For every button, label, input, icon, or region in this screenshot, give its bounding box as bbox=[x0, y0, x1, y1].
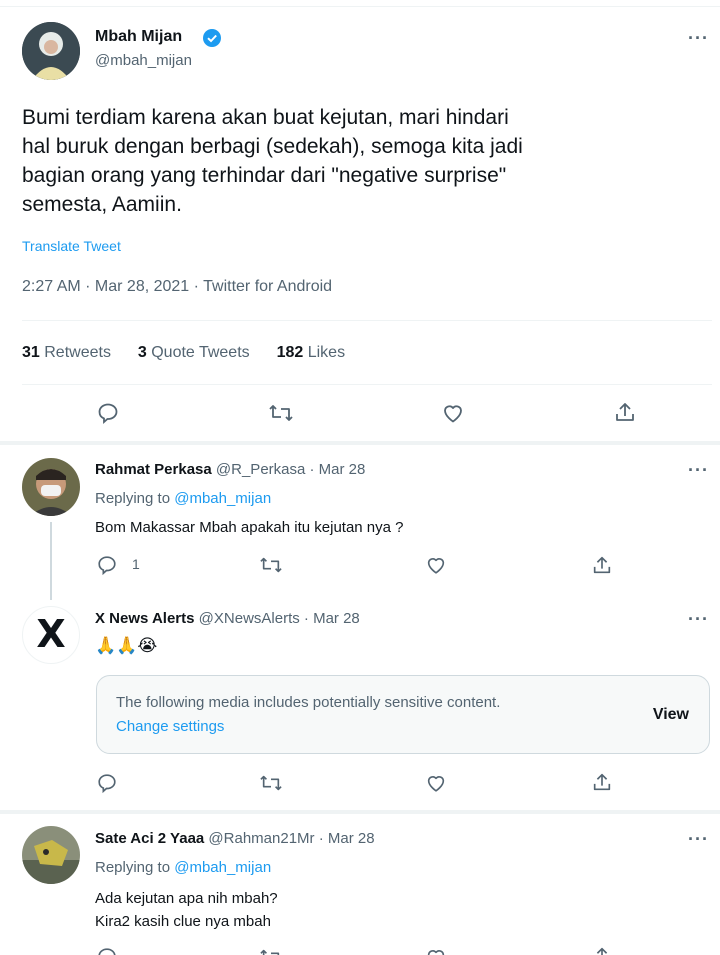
avatar-image bbox=[22, 458, 80, 516]
replying-to: Replying to @mbah_mijan bbox=[95, 859, 271, 876]
more-options-icon[interactable]: ··· bbox=[688, 28, 709, 49]
avatar[interactable] bbox=[22, 22, 80, 80]
tweet-meta[interactable]: 2:27 AM · Mar 28, 2021 · Twitter for And… bbox=[22, 278, 332, 296]
more-options-icon[interactable]: ··· bbox=[688, 609, 709, 630]
replying-to-link[interactable]: @mbah_mijan bbox=[174, 490, 271, 507]
share-icon[interactable] bbox=[591, 554, 613, 576]
tweet-text-line: Bumi terdiam karena akan buat kejutan, m… bbox=[22, 106, 509, 129]
replying-to: Replying to @mbah_mijan bbox=[95, 490, 271, 507]
replying-to-prefix: Replying to bbox=[95, 859, 171, 876]
reply-icon[interactable] bbox=[96, 554, 118, 576]
more-options-icon[interactable]: ··· bbox=[688, 460, 709, 481]
avatar-image bbox=[22, 22, 80, 80]
retweets-stat[interactable]: 31 Retweets bbox=[22, 344, 115, 361]
quote-tweets-label: Quote Tweets bbox=[151, 344, 250, 361]
section-separator bbox=[0, 810, 720, 814]
reply-count: 1 bbox=[132, 556, 140, 572]
reply-text: 🙏🙏😭 bbox=[95, 636, 158, 656]
sensitive-content-card: The following media includes potentially… bbox=[96, 675, 710, 754]
change-settings-link[interactable]: Change settings bbox=[116, 718, 224, 735]
quote-tweets-stat[interactable]: 3 Quote Tweets bbox=[138, 344, 254, 361]
likes-stat[interactable]: 182 Likes bbox=[277, 344, 346, 361]
reply-header: Sate Aci 2 Yaaa @Rahman21Mr · Mar 28 bbox=[95, 830, 375, 847]
reply-author-name[interactable]: X News Alerts bbox=[95, 610, 195, 627]
author-handle[interactable]: @mbah_mijan bbox=[95, 52, 192, 69]
tweet-text: Bumi terdiam karena akan buat kejutan, m… bbox=[22, 103, 523, 219]
tweet-stats: 31 Retweets 3 Quote Tweets 182 Likes bbox=[22, 344, 345, 362]
reply-text-line: Ada kejutan apa nih mbah? bbox=[95, 890, 278, 907]
divider bbox=[22, 320, 712, 321]
reply-author-name[interactable]: Rahmat Perkasa bbox=[95, 461, 212, 478]
author-name[interactable]: Mbah Mijan bbox=[95, 28, 182, 46]
verified-badge-icon bbox=[203, 29, 221, 47]
retweets-label: Retweets bbox=[44, 344, 111, 361]
avatar-letter: X bbox=[36, 612, 66, 656]
retweet-icon[interactable] bbox=[259, 946, 283, 955]
retweet-icon[interactable] bbox=[268, 401, 294, 425]
more-options-icon[interactable]: ··· bbox=[688, 829, 709, 850]
tweet-text-line: hal buruk dengan berbagi (sedekah), semo… bbox=[22, 135, 523, 158]
share-icon[interactable] bbox=[591, 771, 613, 793]
reply-header: X News Alerts @XNewsAlerts · Mar 28 bbox=[95, 610, 360, 627]
reply-text: Bom Makassar Mbah apakah itu kejutan nya… bbox=[95, 519, 404, 536]
reply-text: Ada kejutan apa nih mbah? Kira2 kasih cl… bbox=[95, 887, 278, 933]
replying-to-link[interactable]: @mbah_mijan bbox=[174, 859, 271, 876]
like-icon[interactable] bbox=[425, 946, 447, 955]
retweets-count: 31 bbox=[22, 344, 40, 361]
reply-icon[interactable] bbox=[96, 772, 118, 794]
like-icon[interactable] bbox=[425, 554, 447, 576]
reply-handle-date[interactable]: @R_Perkasa · Mar 28 bbox=[216, 461, 365, 478]
reply-text-line: Kira2 kasih clue nya mbah bbox=[95, 913, 271, 930]
section-separator bbox=[0, 441, 720, 445]
share-icon[interactable] bbox=[591, 945, 613, 955]
sensitive-notice: The following media includes potentially… bbox=[116, 694, 501, 711]
reply-icon[interactable] bbox=[96, 401, 120, 425]
share-icon[interactable] bbox=[613, 400, 637, 424]
retweet-icon[interactable] bbox=[259, 772, 283, 794]
reply-handle-date[interactable]: @XNewsAlerts · Mar 28 bbox=[199, 610, 360, 627]
reply-icon[interactable] bbox=[96, 946, 118, 955]
tweet-text-line: bagian orang yang terhindar dari "negati… bbox=[22, 164, 507, 187]
like-icon[interactable] bbox=[441, 401, 465, 425]
replying-to-prefix: Replying to bbox=[95, 490, 171, 507]
avatar[interactable]: X bbox=[22, 606, 80, 664]
divider bbox=[22, 384, 712, 385]
reply-header: Rahmat Perkasa @R_Perkasa · Mar 28 bbox=[95, 461, 365, 478]
likes-label: Likes bbox=[307, 344, 346, 361]
translate-tweet-link[interactable]: Translate Tweet bbox=[22, 238, 121, 254]
top-divider bbox=[0, 6, 720, 7]
like-icon[interactable] bbox=[425, 772, 447, 794]
avatar-image bbox=[22, 826, 80, 884]
tweet-text-line: semesta, Aamiin. bbox=[22, 193, 182, 216]
reply-author-name[interactable]: Sate Aci 2 Yaaa bbox=[95, 830, 204, 847]
thread-line bbox=[50, 522, 52, 600]
quote-tweets-count: 3 bbox=[137, 344, 147, 361]
avatar[interactable] bbox=[22, 826, 80, 884]
avatar[interactable] bbox=[22, 458, 80, 516]
reply-handle-date[interactable]: @Rahman21Mr · Mar 28 bbox=[208, 830, 374, 847]
likes-count: 182 bbox=[276, 344, 304, 361]
retweet-icon[interactable] bbox=[259, 554, 283, 576]
view-button[interactable]: View bbox=[653, 706, 689, 724]
